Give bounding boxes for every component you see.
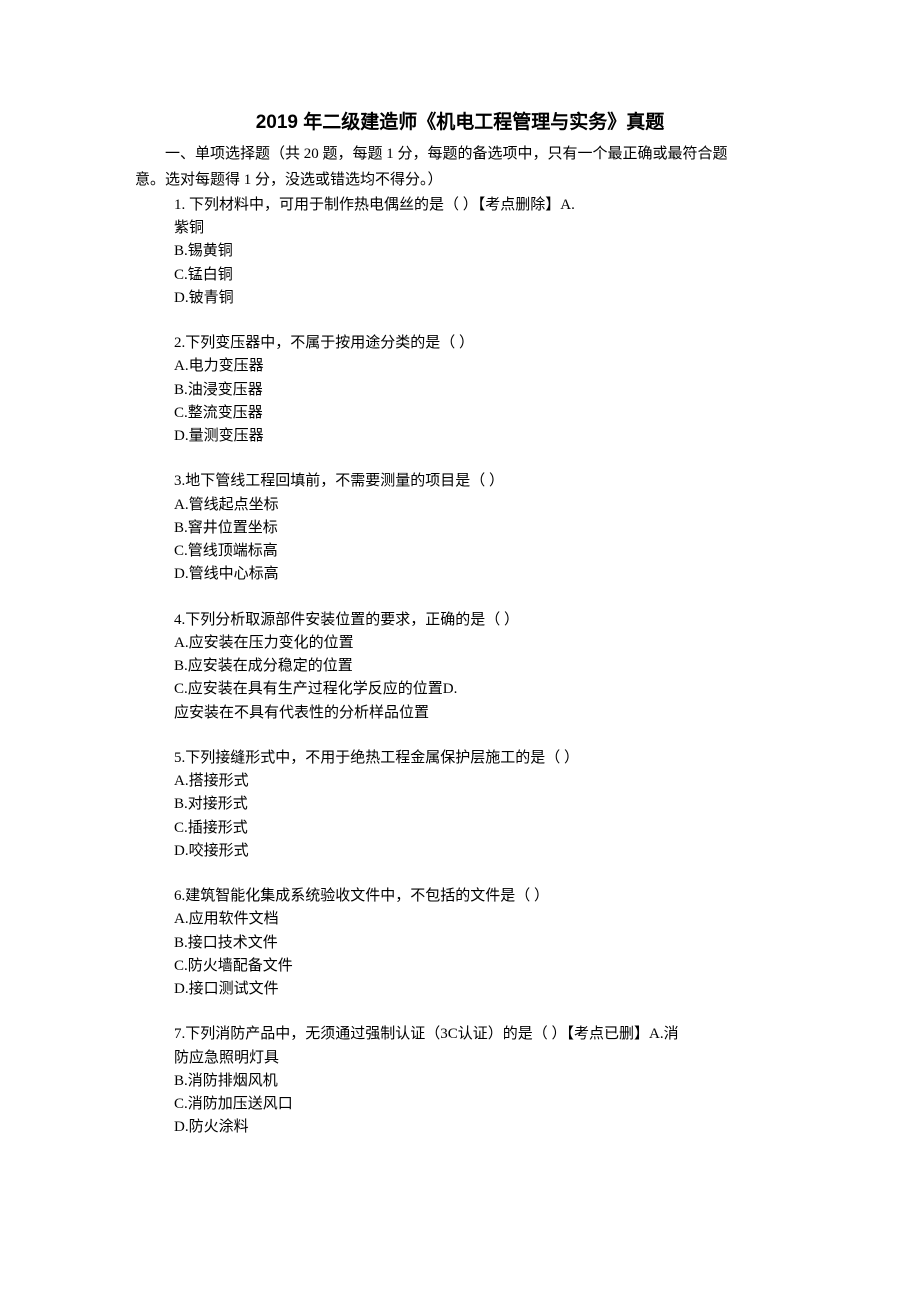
question-5: 5.下列接缝形式中，不用于绝热工程金属保护层施工的是（ ） A.搭接形式 B.对… bbox=[135, 747, 785, 863]
question-1: 1. 下列材料中，可用于制作热电偶丝的是（ ）【考点删除】A. 紫铜 B.锡黄铜… bbox=[135, 194, 785, 310]
q1-option: B.锡黄铜 bbox=[174, 240, 785, 263]
q3-line: 3.地下管线工程回填前，不需要测量的项目是（ ） bbox=[174, 470, 785, 493]
q1-option: C.锰白铜 bbox=[174, 264, 785, 287]
q7-option: 防应急照明灯具 bbox=[174, 1047, 785, 1070]
q2-line: 2.下列变压器中，不属于按用途分类的是（ ） bbox=[174, 332, 785, 355]
q4-line: 4.下列分析取源部件安装位置的要求，正确的是（ ） bbox=[174, 609, 785, 632]
q3-option: A.管线起点坐标 bbox=[174, 494, 785, 517]
q5-option: C.插接形式 bbox=[174, 817, 785, 840]
q4-option: C.应安装在具有生产过程化学反应的位置D. bbox=[174, 678, 785, 701]
question-4: 4.下列分析取源部件安装位置的要求，正确的是（ ） A.应安装在压力变化的位置 … bbox=[135, 609, 785, 725]
q7-line: 7.下列消防产品中，无须通过强制认证（3C认证）的是（ ）【考点已删】A.消 bbox=[174, 1023, 785, 1046]
question-6: 6.建筑智能化集成系统验收文件中，不包括的文件是（ ） A.应用软件文档 B.接… bbox=[135, 885, 785, 1001]
q6-option: A.应用软件文档 bbox=[174, 908, 785, 931]
q6-option: B.接口技术文件 bbox=[174, 932, 785, 955]
question-7: 7.下列消防产品中，无须通过强制认证（3C认证）的是（ ）【考点已删】A.消 防… bbox=[135, 1023, 785, 1139]
q7-option: C.消防加压送风口 bbox=[174, 1093, 785, 1116]
q2-option: B.油浸变压器 bbox=[174, 379, 785, 402]
page-title: 2019 年二级建造师《机电工程管理与实务》真题 bbox=[135, 108, 785, 137]
q3-option: C.管线顶端标高 bbox=[174, 540, 785, 563]
q2-option: A.电力变压器 bbox=[174, 355, 785, 378]
section-instructions-line1: 一、单项选择题（共 20 题，每题 1 分，每题的备选项中，只有一个最正确或最符… bbox=[135, 143, 785, 166]
q5-option: B.对接形式 bbox=[174, 793, 785, 816]
q1-line: 1. 下列材料中，可用于制作热电偶丝的是（ ）【考点删除】A. bbox=[174, 194, 785, 217]
section-instructions-line2: 意。选对每题得 1 分，没选或错选均不得分。） bbox=[135, 169, 785, 192]
q4-option: B.应安装在成分稳定的位置 bbox=[174, 655, 785, 678]
q6-option: C.防火墙配备文件 bbox=[174, 955, 785, 978]
q6-line: 6.建筑智能化集成系统验收文件中，不包括的文件是（ ） bbox=[174, 885, 785, 908]
q7-option: B.消防排烟风机 bbox=[174, 1070, 785, 1093]
question-3: 3.地下管线工程回填前，不需要测量的项目是（ ） A.管线起点坐标 B.窨井位置… bbox=[135, 470, 785, 586]
q3-option: D.管线中心标高 bbox=[174, 563, 785, 586]
q5-line: 5.下列接缝形式中，不用于绝热工程金属保护层施工的是（ ） bbox=[174, 747, 785, 770]
q2-option: D.量测变压器 bbox=[174, 425, 785, 448]
q3-option: B.窨井位置坐标 bbox=[174, 517, 785, 540]
q4-option: A.应安装在压力变化的位置 bbox=[174, 632, 785, 655]
q7-option: D.防火涂料 bbox=[174, 1116, 785, 1139]
q5-option: A.搭接形式 bbox=[174, 770, 785, 793]
q6-option: D.接口测试文件 bbox=[174, 978, 785, 1001]
q2-option: C.整流变压器 bbox=[174, 402, 785, 425]
question-2: 2.下列变压器中，不属于按用途分类的是（ ） A.电力变压器 B.油浸变压器 C… bbox=[135, 332, 785, 448]
q4-option: 应安装在不具有代表性的分析样品位置 bbox=[174, 702, 785, 725]
q1-option: 紫铜 bbox=[174, 217, 785, 240]
q1-option: D.铍青铜 bbox=[174, 287, 785, 310]
q5-option: D.咬接形式 bbox=[174, 840, 785, 863]
